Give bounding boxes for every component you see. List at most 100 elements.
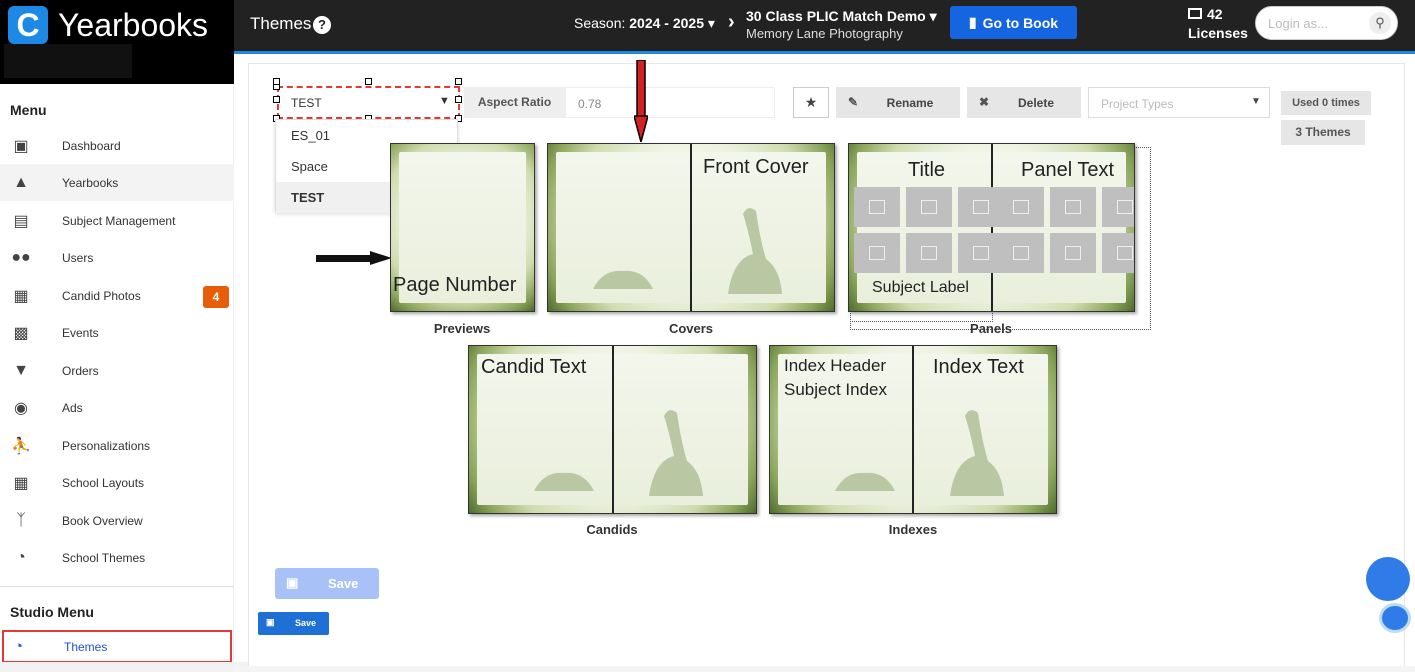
- basket-icon: ◉: [14, 399, 28, 417]
- season-label: Season:: [574, 15, 626, 31]
- panels-thumbnail[interactable]: Title Panel Text Subject Label: [848, 143, 1135, 312]
- help-icon[interactable]: ?: [313, 16, 331, 34]
- sidebar-item-label: School Layouts: [62, 475, 145, 490]
- photo-placeholder-icon: [1050, 187, 1096, 227]
- chat-icon[interactable]: [1379, 603, 1411, 633]
- photo-placeholder-icon: [1102, 233, 1134, 273]
- cart-icon: ▼: [13, 361, 29, 379]
- save-label: Save: [295, 618, 317, 628]
- subject-label-text: Subject Label: [872, 279, 969, 296]
- status-url-strip: [0, 662, 260, 672]
- sidebar-item-label: Yearbooks: [62, 175, 119, 190]
- sidebar-item-label: Events: [62, 325, 99, 340]
- spine-divider: [991, 144, 993, 311]
- save-button-small[interactable]: ▣ Save: [258, 612, 329, 635]
- delete-button[interactable]: ✖ Delete: [967, 87, 1081, 118]
- caret-down-icon: ▼: [1251, 96, 1261, 107]
- photo-icon: ▦: [13, 287, 29, 305]
- save-button[interactable]: ▣ Save: [275, 568, 379, 599]
- calendar-icon: ▩: [13, 324, 29, 342]
- sidebar-item-school-themes[interactable]: ◔ School Themes: [0, 539, 234, 576]
- users-icon: ●●: [11, 248, 31, 266]
- book-subtitle: Memory Lane Photography: [746, 26, 903, 41]
- go-to-book-button[interactable]: ▮ Go to Book: [950, 6, 1077, 39]
- photo-placeholder-icon: [1050, 233, 1096, 273]
- red-down-arrow-icon: [634, 60, 648, 142]
- sidebar-item-dashboard[interactable]: ▣ Dashboard: [0, 127, 234, 164]
- bottom-strip: [234, 666, 1415, 672]
- sidebar-item-orders[interactable]: ▼ Orders: [0, 352, 234, 389]
- dinosaur-silhouette-icon: [728, 208, 782, 294]
- spine-divider: [912, 346, 914, 513]
- index-text: Index Text: [933, 356, 1024, 378]
- resize-handle[interactable]: [273, 78, 280, 85]
- usage-badge: Used 0 times: [1281, 91, 1371, 115]
- photo-placeholder-icon: [1102, 187, 1134, 227]
- save-label: Save: [328, 576, 359, 591]
- app-name: Yearbooks: [58, 7, 209, 43]
- panel-title-text: Title: [908, 159, 946, 181]
- project-types-select[interactable]: Project Types ▼: [1088, 87, 1270, 118]
- page-number-text: Page Number: [393, 274, 517, 296]
- sidebar-item-label: Subject Management: [62, 213, 176, 228]
- resize-handle[interactable]: [365, 78, 372, 85]
- resize-handle[interactable]: [273, 96, 280, 103]
- project-types-placeholder: Project Types: [1101, 97, 1174, 111]
- sidebar: Menu ▣ Dashboard ▲ Yearbooks ▤ Subject M…: [0, 84, 234, 672]
- fork-icon: ᛉ: [16, 511, 26, 529]
- delete-label: Delete: [1017, 96, 1055, 110]
- search-icon[interactable]: ⚲: [1369, 12, 1391, 34]
- logo-icon: C: [8, 6, 48, 44]
- id-card-icon: ▤: [13, 212, 29, 230]
- sidebar-item-book-overview[interactable]: ᛉ Book Overview: [0, 502, 234, 539]
- sidebar-item-label: Candid Photos: [62, 288, 141, 303]
- sidebar-item-ads[interactable]: ◉ Ads: [0, 389, 234, 426]
- photo-placeholder-icon: [906, 187, 952, 227]
- panels-caption: Panels: [970, 321, 1012, 336]
- dinosaur-silhouette-icon: [835, 472, 895, 491]
- menu-title: Menu: [10, 102, 47, 118]
- previews-caption: Previews: [433, 321, 491, 336]
- sidebar-item-personalizations[interactable]: ⛹ Personalizations: [0, 427, 234, 464]
- star-icon: ★: [804, 94, 818, 110]
- season-selector[interactable]: Season: 2024 - 2025 ▾: [574, 15, 715, 32]
- previews-thumbnail[interactable]: Page Number: [390, 143, 535, 312]
- favorite-button[interactable]: ★: [793, 87, 829, 118]
- rename-button[interactable]: ✎ Rename: [836, 87, 960, 118]
- header-accent-line: [234, 51, 1415, 54]
- license-icon: [1188, 8, 1202, 19]
- sidebar-item-label: Dashboard: [62, 138, 121, 153]
- dashboard-icon: ▣: [13, 137, 29, 155]
- sidebar-item-label: Orders: [62, 363, 99, 378]
- covers-thumbnail[interactable]: Front Cover: [547, 143, 835, 312]
- candids-caption: Candids: [586, 522, 638, 537]
- sidebar-item-subject-management[interactable]: ▤ Subject Management: [0, 202, 234, 239]
- sidebar-item-themes[interactable]: ◔ Themes: [2, 630, 232, 663]
- chat-icon[interactable]: [1366, 557, 1410, 601]
- sidebar-item-candid-photos[interactable]: ▦ Candid Photos: [0, 277, 234, 314]
- subject-index-text: Subject Index: [784, 380, 888, 399]
- spine-divider: [612, 346, 614, 513]
- sidebar-item-school-layouts[interactable]: ▦ School Layouts: [0, 464, 234, 501]
- caret-down-icon: ▼: [439, 95, 450, 107]
- layout-icon: ▦: [13, 474, 29, 492]
- sidebar-item-users[interactable]: ●● Users: [0, 239, 234, 276]
- photo-placeholder-icon: [906, 233, 952, 273]
- sidebar-item-yearbooks[interactable]: ▲ Yearbooks: [0, 164, 234, 201]
- logo-area: C Yearbooks: [0, 0, 234, 84]
- login-as-input[interactable]: Login as... ⚲: [1255, 6, 1398, 40]
- chevron-right-icon: ›: [728, 11, 735, 33]
- book-selector[interactable]: 30 Class PLIC Match Demo ▾: [746, 8, 937, 25]
- dinosaur-silhouette-icon: [649, 410, 703, 496]
- candids-thumbnail[interactable]: Candid Text: [468, 345, 757, 514]
- resize-handle[interactable]: [455, 96, 462, 103]
- caret-down-icon: ▾: [707, 15, 715, 31]
- resize-handle[interactable]: [455, 78, 462, 85]
- dinosaur-silhouette-icon: [534, 472, 594, 491]
- aspect-ratio-input[interactable]: 0.78: [565, 87, 775, 118]
- sidebar-item-events[interactable]: ▩ Events: [0, 314, 234, 351]
- go-to-book-label: Go to Book: [982, 14, 1059, 31]
- front-cover-text: Front Cover: [703, 156, 809, 178]
- dinosaur-silhouette-icon: [593, 270, 653, 289]
- indexes-thumbnail[interactable]: Index Header Subject Index Index Text: [769, 345, 1057, 514]
